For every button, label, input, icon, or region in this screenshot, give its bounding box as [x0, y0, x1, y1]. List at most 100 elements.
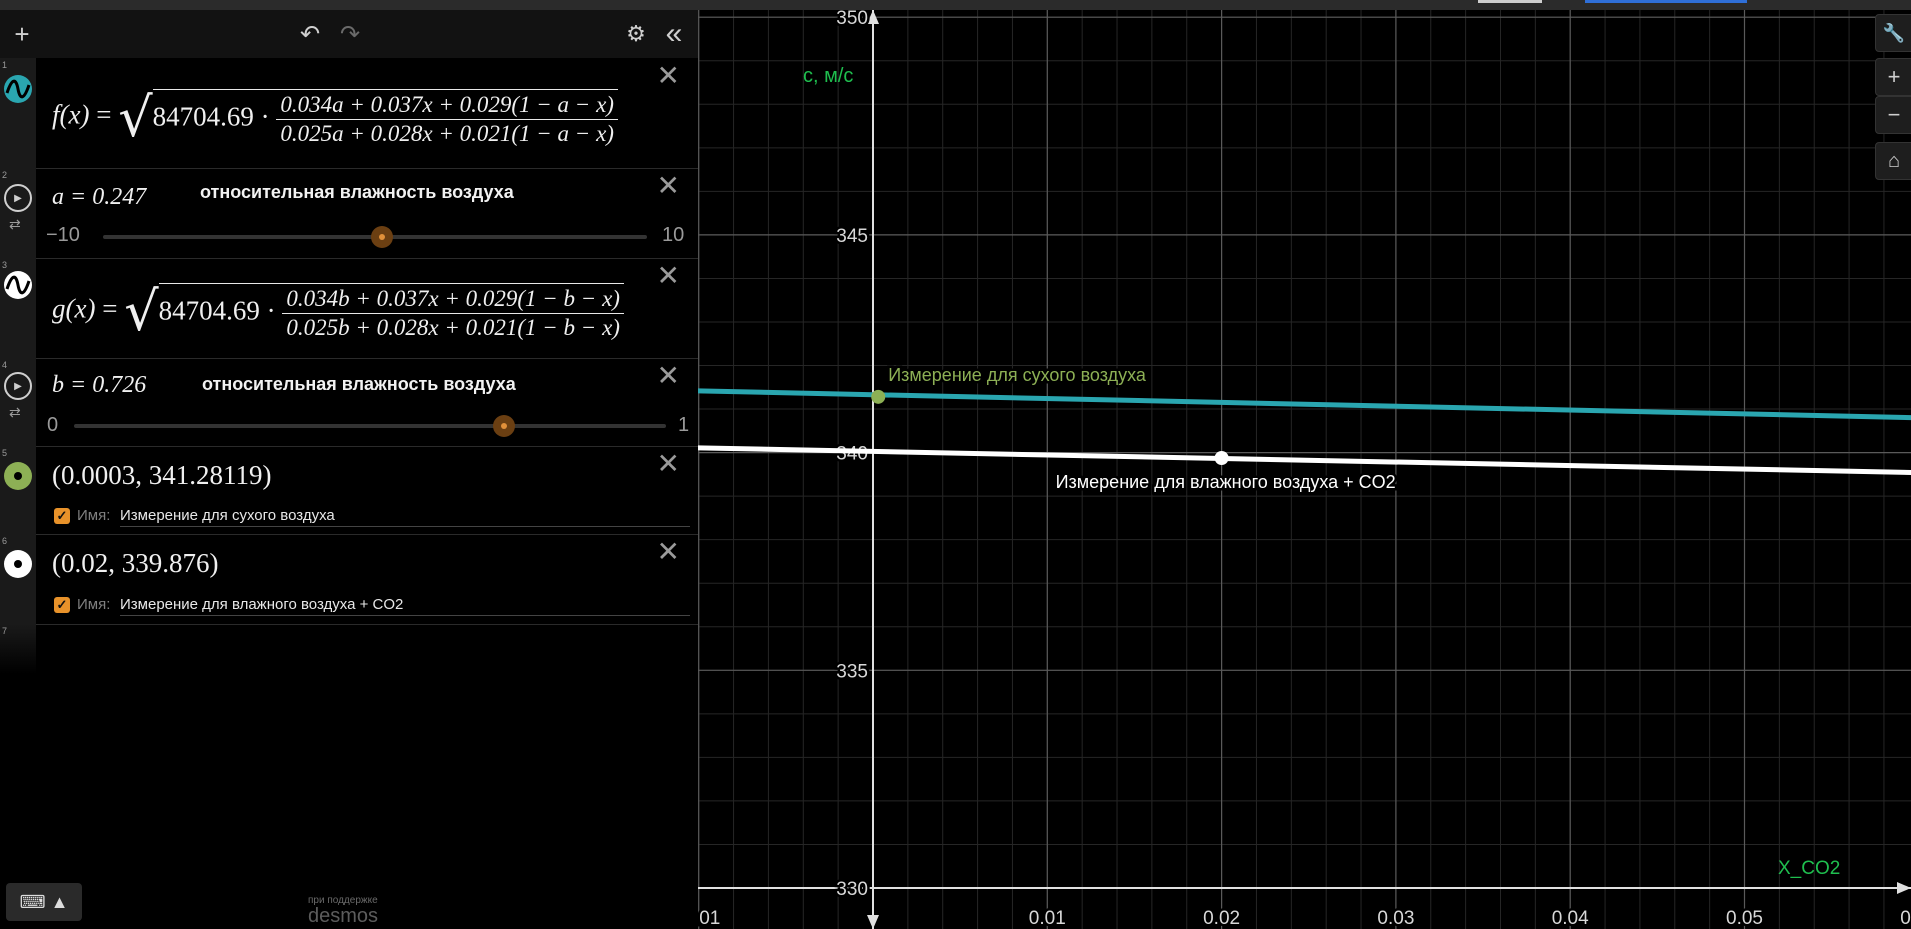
point-dry-expression[interactable]: (0.0003, 341.28119) [52, 460, 271, 491]
expression-gutter: 3 [0, 258, 36, 358]
slider-b-note: относительная влажность воздуха [202, 374, 516, 394]
slider-a-thumb[interactable] [370, 226, 393, 248]
top-strip-accent-button[interactable] [1585, 0, 1747, 3]
loop-icon[interactable]: ⇄ [9, 216, 21, 233]
home-icon[interactable]: ⌂ [1875, 142, 1911, 180]
expression-gutter: 1 [0, 58, 36, 168]
delete-expression-button[interactable]: ✕ [657, 262, 680, 290]
expression-gutter: 7 [0, 624, 36, 674]
y-tick-label: 335 [836, 661, 868, 682]
settings-gear-icon[interactable]: ⚙ [618, 16, 654, 52]
slider-b-expression[interactable]: b = 0.726 [52, 372, 146, 399]
label-underline [120, 615, 690, 616]
expression-gutter: 2 ▶ ⇄ [0, 168, 36, 258]
expression-row[interactable]: 4 ▶ ⇄ b = 0.726 относительная влажность … [0, 358, 698, 447]
function-g-constant: 84704.69 · [158, 295, 276, 326]
expression-gutter: 4 ▶ ⇄ [0, 358, 36, 446]
function-g-numerator: 0.034b + 0.037x + 0.029(1 − b − x) [282, 286, 624, 314]
add-expression-button[interactable]: + [4, 16, 40, 52]
x-axis-title: X_CO2 [1778, 858, 1840, 879]
label-checkbox[interactable]: ✓ [54, 508, 70, 524]
play-icon[interactable]: ▶ [4, 184, 32, 212]
expression-index: 1 [2, 60, 8, 70]
expression-index: 4 [2, 360, 8, 370]
expression-index: 7 [2, 626, 8, 636]
slider-a-note: относительная влажность воздуха [200, 182, 514, 202]
slider-a-expression[interactable]: a = 0.247 [52, 184, 146, 211]
point-humid-label-input[interactable]: Измерение для влажного воздуха + CO2 [120, 596, 403, 613]
point-dry-label-input[interactable]: Измерение для сухого воздуха [120, 507, 335, 524]
wrench-icon[interactable]: 🔧 [1875, 14, 1911, 52]
collapse-panel-icon[interactable]: « [656, 16, 692, 52]
label-underline [120, 526, 690, 527]
label-key: Имя: [77, 596, 111, 613]
label-checkbox[interactable]: ✓ [54, 597, 70, 613]
browser-top-strip [0, 0, 1911, 10]
zoom-out-button[interactable]: − [1875, 96, 1911, 134]
graph-canvas[interactable]: -0.01 0.01 0.02 0.03 0.04 0.05 0.06 350 345 340 33… [698, 10, 1911, 929]
delete-expression-button[interactable]: ✕ [657, 172, 680, 200]
x-tick-label: 0.03 [1377, 908, 1414, 929]
expression-index: 6 [2, 536, 8, 546]
point-humid-expression[interactable]: (0.02, 339.876) [52, 548, 218, 579]
graph-line-color-icon[interactable] [3, 74, 33, 104]
expression-row[interactable]: 2 ▶ ⇄ a = 0.247 относительная влажность … [0, 168, 698, 259]
slider-a-min[interactable]: −10 [46, 224, 80, 247]
point-color-icon[interactable] [3, 461, 33, 491]
expression-row[interactable]: 5 (0.0003, 341.28119) ✓ Имя: Измерение д… [0, 446, 698, 535]
slider-b-min[interactable]: 0 [47, 414, 58, 437]
keyboard-toggle-button[interactable]: ⌨ ▲ [6, 883, 82, 921]
x-tick-label: -0.01 [698, 908, 720, 929]
top-strip-button[interactable] [1478, 0, 1542, 3]
point-color-icon[interactable] [3, 549, 33, 579]
x-tick-label: 0.04 [1552, 908, 1589, 929]
redo-icon[interactable]: ↷ [332, 16, 368, 52]
expression-index: 5 [2, 448, 8, 458]
play-icon[interactable]: ▶ [4, 372, 32, 400]
expression-index: 2 [2, 170, 8, 180]
expression-toolbar: + ↶ ↷ ⚙ « [0, 10, 698, 58]
expression-gutter: 5 [0, 446, 36, 534]
delete-expression-button[interactable]: ✕ [657, 450, 680, 478]
y-tick-label: 340 [836, 444, 868, 465]
empty-expression-row[interactable]: 7 [0, 624, 698, 674]
humid-air-point [1214, 450, 1229, 465]
function-curve-gx [698, 445, 1911, 475]
undo-icon[interactable]: ↶ [292, 16, 328, 52]
expression-row[interactable]: 6 (0.02, 339.876) ✓ Имя: Измерение для в… [0, 534, 698, 625]
graph-line-color-icon[interactable] [3, 270, 33, 300]
desmos-logo: desmos [308, 905, 379, 927]
x-tick-label: 0.06 [1900, 908, 1911, 929]
expression-gutter: 6 [0, 534, 36, 624]
x-tick-label: 0.05 [1726, 908, 1763, 929]
y-axis-title: c, м/с [803, 65, 853, 87]
delete-expression-button[interactable]: ✕ [657, 538, 680, 566]
expression-index: 3 [2, 260, 8, 270]
dry-air-point [871, 389, 886, 404]
function-f-formula[interactable]: f(x) = √ 84704.69 · 0.034a + 0.037x + 0.… [52, 86, 618, 149]
humid-air-point-label: Измерение для влажного воздуха + CO2 [1056, 472, 1396, 492]
function-g-formula[interactable]: g(x) = √ 84704.69 · 0.034b + 0.037x + 0.… [52, 280, 624, 343]
slider-b-thumb[interactable] [492, 415, 515, 437]
delete-expression-button[interactable]: ✕ [657, 62, 680, 90]
x-tick-label: 0.01 [1029, 908, 1066, 929]
slider-b-track[interactable] [74, 424, 666, 428]
function-f-constant: 84704.69 · [152, 101, 270, 132]
expression-row[interactable]: 1 f(x) = √ 84704.69 · 0.034a + 0.037x + … [0, 58, 698, 169]
function-g-denominator: 0.025b + 0.028x + 0.021(1 − b − x) [286, 314, 620, 340]
delete-expression-button[interactable]: ✕ [657, 362, 680, 390]
y-tick-label: 350 [836, 10, 868, 29]
expression-row[interactable]: 3 g(x) = √ 84704.69 · 0.034b + 0.037x + … [0, 258, 698, 359]
slider-a-max[interactable]: 10 [662, 224, 684, 247]
function-g-fraction: 0.034b + 0.037x + 0.029(1 − b − x) 0.025… [282, 286, 624, 341]
slider-b-max[interactable]: 1 [678, 414, 689, 437]
function-g-lhs: g(x) [52, 293, 96, 324]
graph-paper[interactable]: -0.01 0.01 0.02 0.03 0.04 0.05 0.06 350 345 340 33… [698, 10, 1911, 929]
function-f-lhs: f(x) [52, 99, 90, 130]
function-f-fraction: 0.034a + 0.037x + 0.029(1 − a − x) 0.025… [276, 92, 618, 147]
dry-air-point-label: Измерение для сухого воздуха [888, 365, 1147, 385]
sqrt-symbol: √ [124, 280, 159, 343]
zoom-in-button[interactable]: + [1875, 58, 1911, 96]
loop-icon[interactable]: ⇄ [9, 404, 21, 421]
x-tick-label: 0.02 [1203, 908, 1240, 929]
